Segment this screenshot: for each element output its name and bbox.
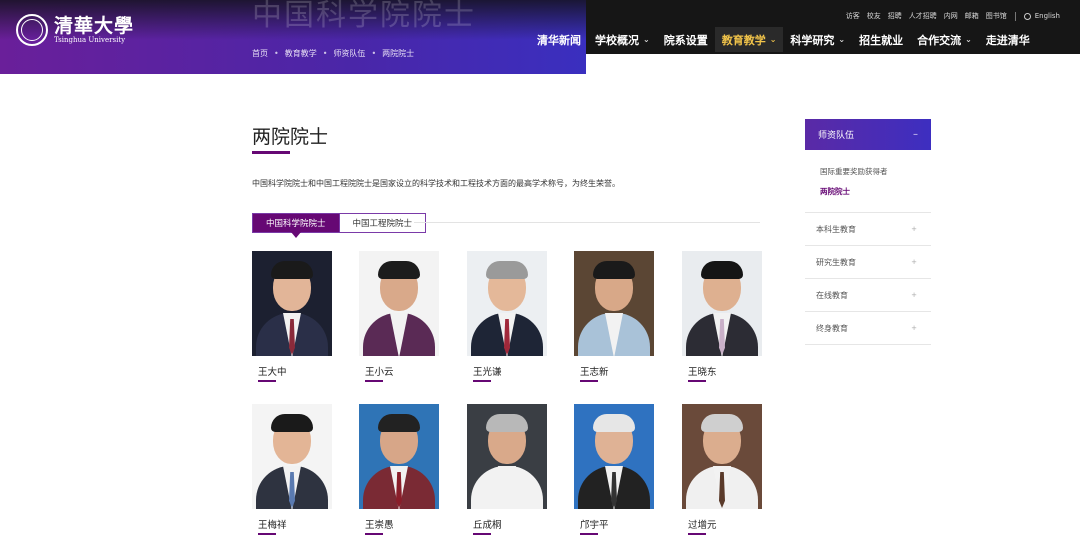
intro-text: 中国科学院院士和中国工程院院士是国家设立的科学技术和工程技术方面的最高学术称号，… — [252, 179, 620, 188]
utility-link-mail[interactable]: 邮箱 — [965, 11, 979, 21]
sidebar-item-online[interactable]: 在线教育 + — [805, 279, 931, 312]
chevron-down-icon: ⌄ — [643, 35, 650, 44]
plus-icon: + — [911, 258, 917, 266]
member-card[interactable]: 王志新 — [574, 251, 654, 382]
member-card[interactable]: 王崇愚 — [359, 404, 439, 535]
sidebar-subitem-awards[interactable]: 国际重要奖励获得者 — [820, 162, 931, 182]
logo-english-name: Tsinghua University — [54, 35, 126, 44]
sidebar-heading[interactable]: 师资队伍 – — [805, 119, 931, 150]
member-name-underline — [365, 380, 383, 382]
member-card[interactable]: 王大中 — [252, 251, 332, 382]
member-card[interactable]: 王小云 — [359, 251, 439, 382]
breadcrumb: 首页 • 教育教学 • 师资队伍 • 两院院士 — [252, 48, 415, 59]
member-portrait[interactable] — [574, 251, 654, 356]
member-portrait[interactable] — [574, 404, 654, 509]
nav-news[interactable]: 清华新闻 — [530, 27, 588, 52]
member-name-underline — [258, 533, 276, 535]
tab-cae[interactable]: 中国工程院院士 — [339, 213, 427, 233]
sidebar-item-graduate[interactable]: 研究生教育 + — [805, 246, 931, 279]
nav-education[interactable]: 教育教学 ⌄ — [714, 27, 784, 52]
nav-exchange[interactable]: 合作交流 ⌄ — [910, 27, 979, 52]
university-logo[interactable]: 清華大學 Tsinghua University — [16, 14, 134, 46]
member-card[interactable]: 王梅祥 — [252, 404, 332, 535]
sidebar-subitem-academicians[interactable]: 两院院士 — [820, 182, 931, 202]
utility-link-visitor[interactable]: 访客 — [846, 11, 860, 21]
member-name[interactable]: 王崇愚 — [365, 517, 439, 531]
minus-icon: – — [913, 129, 918, 140]
title-underline — [252, 151, 290, 154]
member-name-underline — [258, 380, 276, 382]
member-name[interactable]: 王大中 — [258, 364, 332, 378]
sidebar: 师资队伍 – 国际重要奖励获得者 两院院士 本科生教育 + 研究生教育 + 在线教育… — [805, 119, 931, 345]
member-portrait[interactable] — [359, 251, 439, 356]
utility-link-recruit[interactable]: 招聘 — [888, 11, 902, 21]
plus-icon: + — [911, 291, 917, 299]
member-portrait[interactable] — [682, 404, 762, 509]
member-name[interactable]: 王光谦 — [473, 364, 547, 378]
member-name[interactable]: 过增元 — [688, 517, 762, 531]
sidebar-item-undergrad[interactable]: 本科生教育 + — [805, 213, 931, 246]
page-title: 两院院士 — [252, 126, 329, 148]
member-portrait[interactable] — [467, 404, 547, 509]
member-name-underline — [580, 533, 598, 535]
chevron-down-icon: ⌄ — [769, 35, 777, 44]
plus-icon: + — [911, 225, 917, 233]
nav-research[interactable]: 科学研究 ⌄ — [783, 27, 852, 52]
member-card[interactable]: 王晓东 — [682, 251, 762, 382]
utility-link-intranet[interactable]: 内网 — [944, 11, 958, 21]
language-switch[interactable]: English — [1035, 12, 1060, 20]
member-name-underline — [580, 380, 598, 382]
member-portrait[interactable] — [682, 251, 762, 356]
breadcrumb-current: 两院院士 — [382, 49, 415, 58]
member-name-underline — [365, 533, 383, 535]
nav-explore[interactable]: 走进清华 — [979, 27, 1037, 52]
academician-tabs: 中国科学院院士 中国工程院院士 — [252, 213, 427, 238]
member-name-underline — [473, 380, 491, 382]
site-header: 中国科学院院士 清華大學 Tsinghua University 首页 • 教育… — [0, 0, 1080, 74]
member-portrait[interactable] — [252, 404, 332, 509]
nav-about[interactable]: 学校概况 ⌄ — [588, 27, 657, 52]
banner-ghost-title: 中国科学院院士 — [252, 0, 476, 33]
tab-cas[interactable]: 中国科学院院士 — [252, 213, 340, 238]
utility-link-library[interactable]: 图书馆 — [986, 11, 1007, 21]
nav-admission[interactable]: 招生就业 — [852, 27, 910, 52]
utility-link-alumni[interactable]: 校友 — [867, 11, 881, 21]
main-nav: 清华新闻 学校概况 ⌄ 院系设置 教育教学 ⌄ 科学研究 ⌄ 招生就业 合作交流 ⌄ 走… — [530, 27, 1037, 52]
member-name-underline — [473, 533, 491, 535]
member-portrait[interactable] — [252, 251, 332, 356]
member-portrait[interactable] — [467, 251, 547, 356]
plus-icon: + — [911, 324, 917, 332]
member-name[interactable]: 王晓东 — [688, 364, 762, 378]
member-card[interactable]: 过增元 — [682, 404, 762, 535]
utility-link-talent[interactable]: 人才招聘 — [909, 11, 937, 21]
seal-icon — [16, 14, 48, 46]
nav-schools[interactable]: 院系设置 — [657, 27, 715, 52]
member-card[interactable]: 邝宇平 — [574, 404, 654, 535]
member-name[interactable]: 王小云 — [365, 364, 439, 378]
sidebar-item-lifelong[interactable]: 终身教育 + — [805, 312, 931, 345]
chevron-down-icon: ⌄ — [965, 35, 972, 44]
breadcrumb-home[interactable]: 首页 — [252, 48, 268, 59]
sidebar-subnav: 国际重要奖励获得者 两院院士 — [805, 150, 931, 213]
member-card[interactable]: 王光谦 — [467, 251, 547, 382]
utility-links: 访客 校友 招聘 人才招聘 内网 邮箱 图书馆 English — [839, 11, 1060, 21]
member-name-underline — [688, 533, 706, 535]
globe-icon — [1023, 12, 1031, 20]
member-name[interactable]: 邝宇平 — [580, 517, 654, 531]
breadcrumb-education[interactable]: 教育教学 — [285, 48, 317, 59]
member-portrait[interactable] — [359, 404, 439, 509]
chevron-down-icon: ⌄ — [838, 35, 846, 44]
logo-chinese-name: 清華大學 — [54, 14, 135, 37]
member-card[interactable]: 丘成桐 — [467, 404, 547, 535]
member-name[interactable]: 王志新 — [580, 364, 654, 378]
member-name[interactable]: 丘成桐 — [473, 517, 547, 531]
breadcrumb-faculty[interactable]: 师资队伍 — [333, 48, 365, 59]
tab-divider — [414, 222, 760, 223]
utility-divider — [1014, 11, 1016, 21]
member-name-underline — [688, 380, 706, 382]
member-name[interactable]: 王梅祥 — [258, 517, 332, 531]
